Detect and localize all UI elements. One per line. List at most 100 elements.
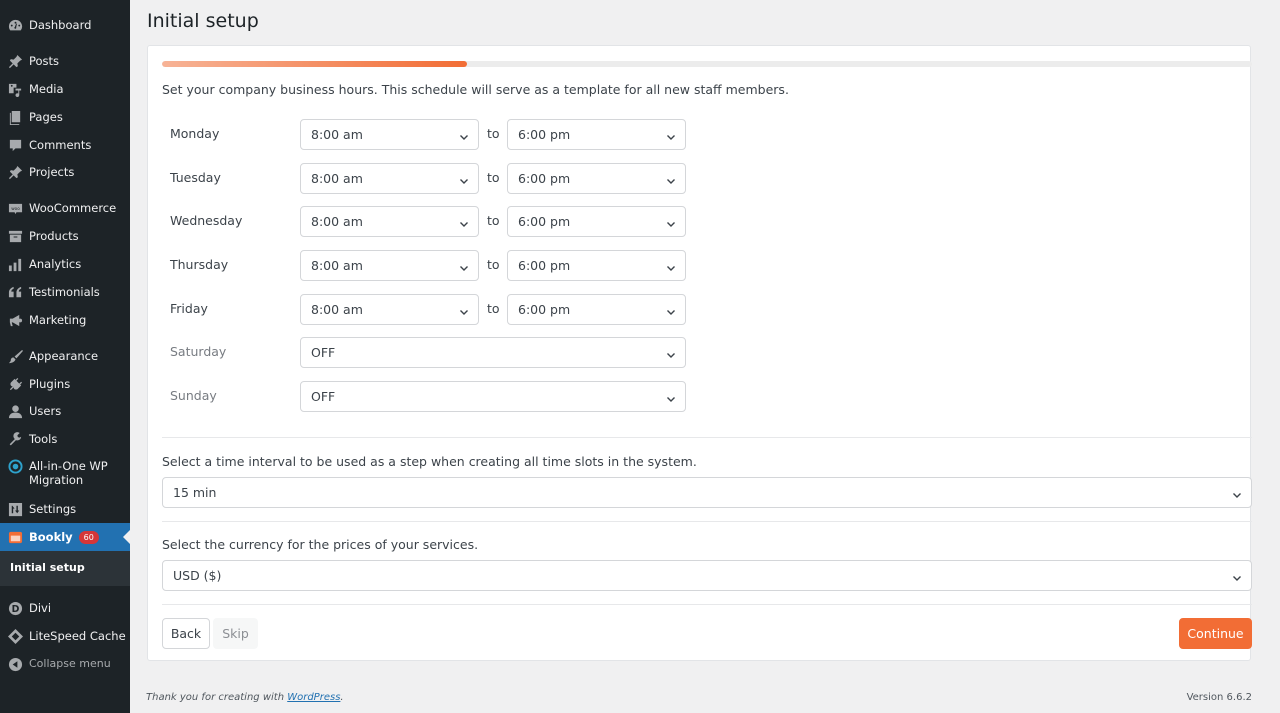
select-value: 6:00 pm	[518, 127, 571, 142]
day-label: Tuesday	[170, 170, 221, 185]
start-time-select[interactable]: 8:00 am	[300, 294, 479, 325]
time-interval-select[interactable]: 15 min	[162, 477, 1252, 508]
chevron-down-icon	[666, 261, 676, 271]
select-value: 8:00 am	[311, 171, 363, 186]
sidebar-item-litespeed-cache[interactable]: LiteSpeed Cache	[0, 622, 130, 650]
day-label: Thursday	[170, 257, 229, 272]
day-off-select[interactable]: OFF	[300, 337, 686, 368]
svg-text:woo: woo	[11, 205, 20, 210]
day-row-sunday: Sunday OFF	[162, 381, 702, 412]
chevron-down-icon	[666, 392, 676, 402]
notification-badge: 60	[78, 530, 99, 544]
sidebar-item-users[interactable]: Users	[0, 397, 130, 425]
sidebar-item-label: Pages	[29, 109, 63, 124]
comment-icon	[8, 138, 23, 153]
collapse-icon	[8, 657, 23, 672]
select-value: 15 min	[173, 485, 217, 500]
collapse-menu-button[interactable]: Collapse menu	[0, 650, 130, 678]
sidebar-item-posts[interactable]: Posts	[0, 47, 130, 75]
currency-label: Select the currency for the prices of yo…	[162, 537, 479, 552]
chevron-down-icon	[666, 348, 676, 358]
main-content: Initial setup Set your company business …	[130, 0, 1280, 713]
divider	[162, 521, 1252, 522]
sidebar-item-label: Analytics	[29, 256, 82, 271]
end-time-select[interactable]: 6:00 pm	[507, 294, 686, 325]
business-hours-intro: Set your company business hours. This sc…	[162, 82, 789, 97]
divider	[162, 437, 1252, 438]
day-label: Wednesday	[170, 213, 243, 228]
skip-button[interactable]: Skip	[213, 618, 258, 649]
sidebar-item-dashboard[interactable]: Dashboard	[0, 11, 130, 39]
back-button[interactable]: Back	[162, 618, 210, 649]
quote-icon	[8, 285, 23, 300]
sidebar-item-label: Users	[29, 403, 62, 418]
select-value: 8:00 am	[311, 302, 363, 317]
sidebar-item-pages[interactable]: Pages	[0, 103, 130, 131]
user-icon	[8, 404, 23, 419]
svg-text:D: D	[12, 603, 20, 614]
chevron-down-icon	[459, 305, 469, 315]
sidebar-item-label: Appearance	[29, 348, 99, 363]
woo-icon: woo	[8, 201, 23, 216]
sidebar-item-testimonials[interactable]: Testimonials	[0, 278, 130, 306]
divi-icon: D	[8, 601, 23, 616]
start-time-select[interactable]: 8:00 am	[300, 119, 479, 150]
end-time-select[interactable]: 6:00 pm	[507, 163, 686, 194]
sidebar-item-media[interactable]: Media	[0, 75, 130, 103]
chevron-down-icon	[459, 261, 469, 271]
end-time-select[interactable]: 6:00 pm	[507, 250, 686, 281]
day-label: Sunday	[170, 388, 217, 403]
sidebar-item-marketing[interactable]: Marketing	[0, 306, 130, 334]
sidebar-item-label: Comments	[29, 137, 92, 152]
submenu-item-initial-setup[interactable]: Initial setup	[10, 561, 85, 574]
sidebar-item-bookly[interactable]: Bookly 60	[0, 523, 130, 551]
archive-icon	[8, 229, 23, 244]
footer-thanks: Thank you for creating with WordPress.	[146, 692, 344, 703]
sidebar-item-label: All-in-One WP Migration	[29, 459, 108, 488]
paintbrush-icon	[8, 349, 23, 364]
sidebar-item-analytics[interactable]: Analytics	[0, 250, 130, 278]
sidebar-item-all-in-one-wp-migration[interactable]: All-in-One WP Migration	[0, 454, 130, 494]
divider	[162, 604, 1252, 605]
sidebar-item-appearance[interactable]: Appearance	[0, 342, 130, 370]
diamond-icon	[8, 628, 23, 644]
to-label: to	[487, 301, 500, 316]
sidebar-item-projects[interactable]: Projects	[0, 158, 130, 186]
sidebar-item-comments[interactable]: Comments	[0, 131, 130, 159]
end-time-select[interactable]: 6:00 pm	[507, 119, 686, 150]
sidebar-item-woocommerce[interactable]: woo WooCommerce	[0, 194, 130, 222]
start-time-select[interactable]: 8:00 am	[300, 250, 479, 281]
sidebar-item-plugins[interactable]: Plugins	[0, 370, 130, 398]
start-time-select[interactable]: 8:00 am	[300, 206, 479, 237]
end-time-select[interactable]: 6:00 pm	[507, 206, 686, 237]
media-icon	[8, 82, 23, 97]
currency-select[interactable]: USD ($)	[162, 560, 1252, 591]
day-row-monday: Monday 8:00 am to 6:00 pm	[162, 119, 702, 150]
select-value: 6:00 pm	[518, 214, 571, 229]
day-row-tuesday: Tuesday 8:00 am to 6:00 pm	[162, 163, 702, 194]
sidebar-item-label: Collapse menu	[29, 657, 111, 671]
sidebar-item-products[interactable]: Products	[0, 222, 130, 250]
sidebar-item-divi[interactable]: D Divi	[0, 594, 130, 622]
sidebar-item-label: Testimonials	[29, 284, 100, 299]
select-value: USD ($)	[173, 568, 222, 583]
sidebar-item-label: Media	[29, 81, 64, 96]
megaphone-icon	[8, 313, 23, 328]
day-row-friday: Friday 8:00 am to 6:00 pm	[162, 294, 702, 325]
wordpress-link[interactable]: WordPress	[287, 692, 340, 703]
sidebar-item-settings[interactable]: Settings	[0, 495, 130, 523]
setup-progress-bar	[162, 61, 1252, 67]
start-time-select[interactable]: 8:00 am	[300, 163, 479, 194]
continue-button[interactable]: Continue	[1179, 618, 1252, 649]
day-off-select[interactable]: OFF	[300, 381, 686, 412]
select-value: 6:00 pm	[518, 302, 571, 317]
sidebar-item-label: Projects	[29, 164, 75, 179]
sidebar-item-label: Bookly	[29, 529, 73, 544]
select-value: OFF	[311, 345, 336, 360]
footer-thanks-text: Thank you for creating with	[146, 692, 288, 703]
select-value: 8:00 am	[311, 258, 363, 273]
day-row-saturday: Saturday OFF	[162, 337, 702, 368]
plug-icon	[8, 377, 23, 392]
chevron-down-icon	[666, 305, 676, 315]
sidebar-item-tools[interactable]: Tools	[0, 425, 130, 453]
